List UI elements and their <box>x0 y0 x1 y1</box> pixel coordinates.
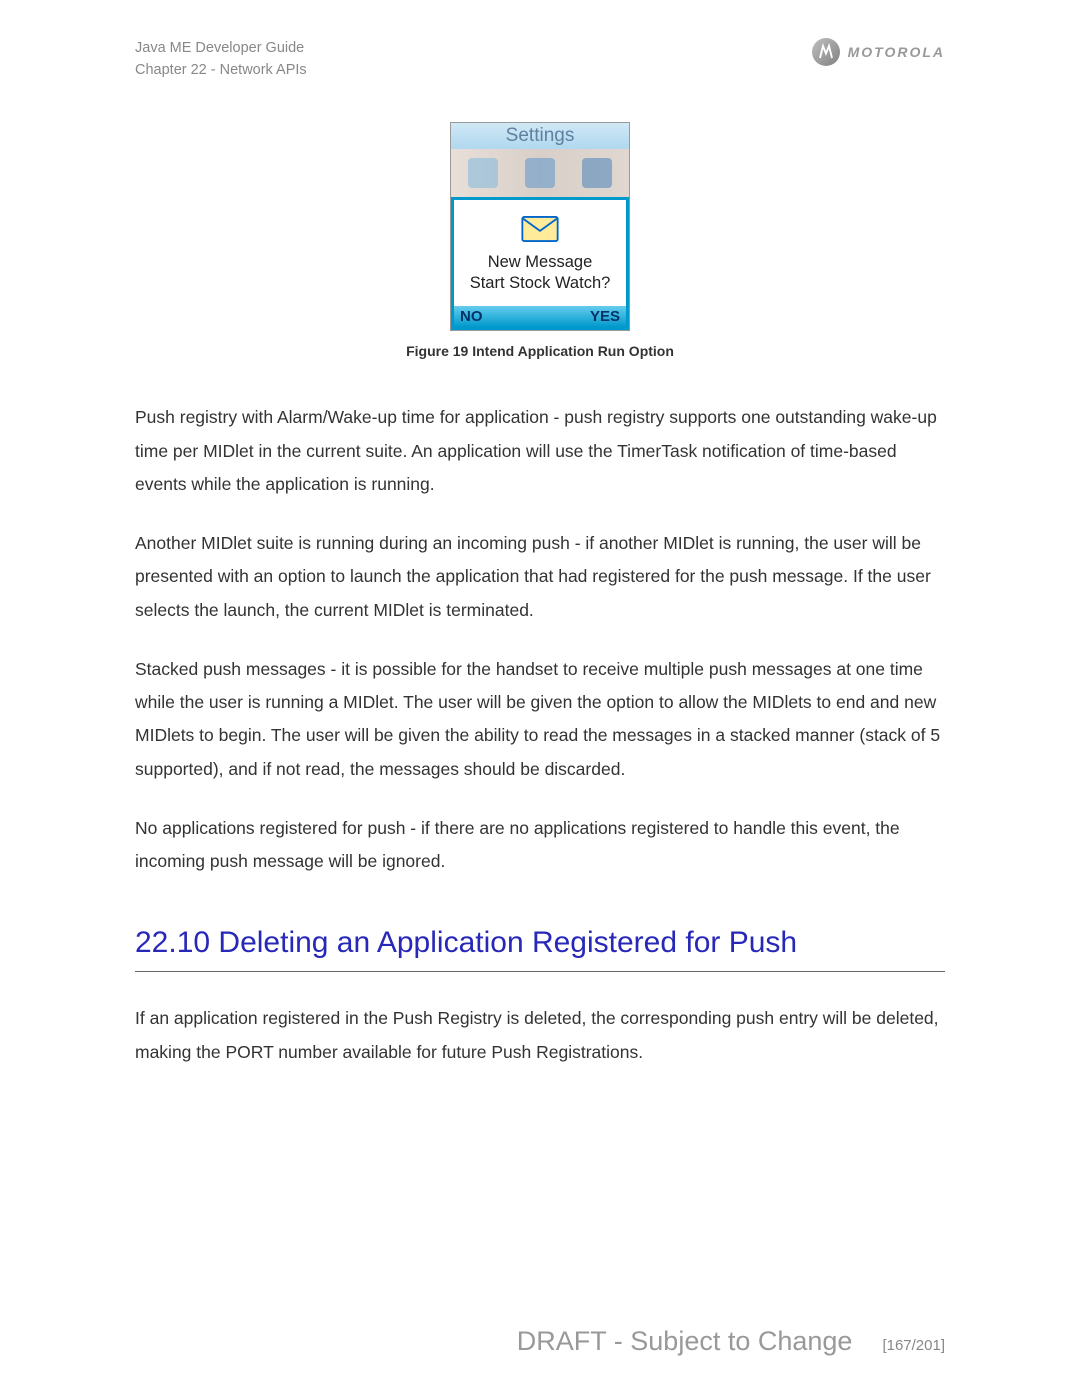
header-left: Java ME Developer Guide Chapter 22 - Net… <box>135 38 307 82</box>
paragraph-3: Stacked push messages - it is possible f… <box>135 653 945 786</box>
header-right: MOTOROLA <box>812 38 945 66</box>
paragraph-2: Another MIDlet suite is running during a… <box>135 527 945 627</box>
paragraph-5: If an application registered in the Push… <box>135 1002 945 1069</box>
yes-button[interactable]: YES <box>590 308 620 325</box>
page-number: [167/201] <box>882 1337 945 1354</box>
draft-watermark: DRAFT - Subject to Change <box>517 1326 853 1357</box>
bg-icon <box>525 158 555 188</box>
motorola-logo-icon <box>812 38 840 66</box>
paragraph-1: Push registry with Alarm/Wake-up time fo… <box>135 401 945 501</box>
phone-screenshot: Settings New Message Start Stock Watch? … <box>450 122 630 332</box>
brand-text: MOTOROLA <box>848 44 945 60</box>
dialog-buttons: NO YES <box>454 306 626 327</box>
section-heading: 22.10 Deleting an Application Registered… <box>135 920 945 972</box>
dialog-line2: Start Stock Watch? <box>454 273 626 294</box>
page-footer: DRAFT - Subject to Change [167/201] <box>135 1326 945 1357</box>
bg-icon <box>582 158 612 188</box>
page-header: Java ME Developer Guide Chapter 22 - Net… <box>135 38 945 82</box>
chapter-title: Chapter 22 - Network APIs <box>135 60 307 82</box>
phone-title-bar: Settings <box>451 123 629 149</box>
paragraph-4: No applications registered for push - if… <box>135 812 945 879</box>
phone-dialog: New Message Start Stock Watch? NO YES <box>451 197 629 331</box>
phone-background-icons <box>451 149 629 197</box>
dialog-line1: New Message <box>454 252 626 273</box>
envelope-icon <box>454 200 626 252</box>
guide-title: Java ME Developer Guide <box>135 38 307 60</box>
figure-caption: Figure 19 Intend Application Run Option <box>135 343 945 359</box>
dialog-message: New Message Start Stock Watch? <box>454 252 626 307</box>
no-button[interactable]: NO <box>460 308 483 325</box>
bg-icon <box>468 158 498 188</box>
